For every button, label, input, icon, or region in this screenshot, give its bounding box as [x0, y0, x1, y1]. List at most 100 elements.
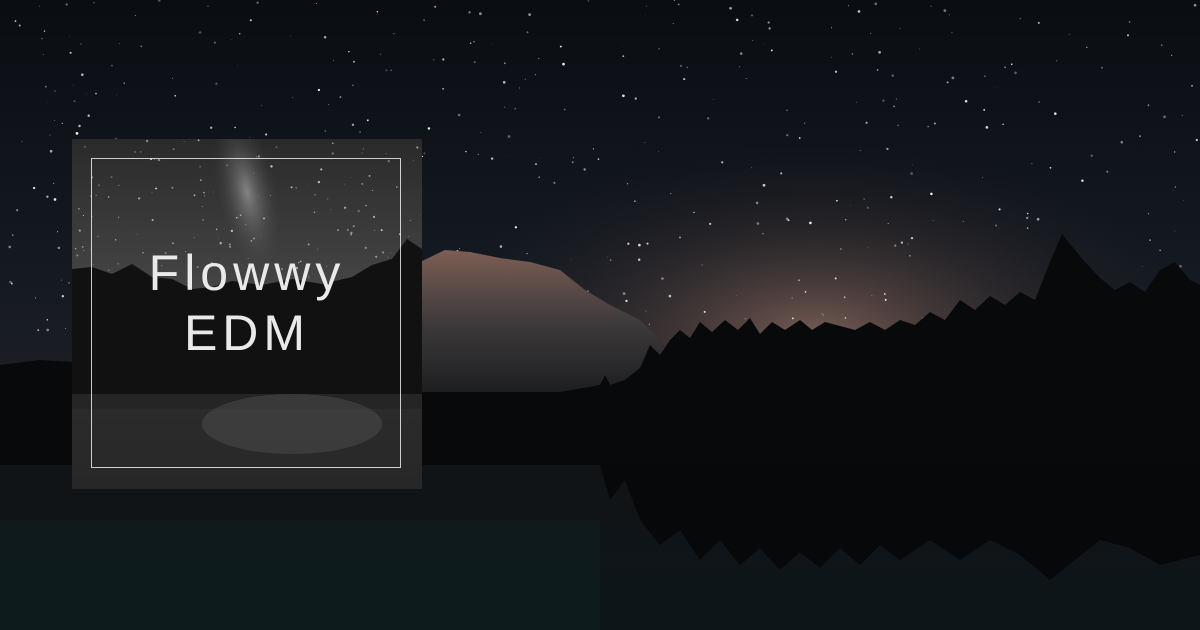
star [622, 94, 625, 98]
star [661, 277, 664, 280]
star [1141, 266, 1143, 268]
star [840, 248, 842, 250]
star [597, 158, 600, 160]
star [534, 74, 536, 76]
star [583, 168, 586, 171]
star [851, 53, 854, 55]
star [634, 97, 637, 100]
star [1195, 138, 1198, 142]
star [65, 3, 68, 6]
star [514, 107, 517, 110]
star [16, 209, 19, 212]
star [1026, 227, 1029, 229]
star [352, 84, 354, 87]
star [756, 222, 760, 225]
star [762, 183, 766, 187]
star [876, 68, 879, 71]
star [379, 53, 381, 55]
star [37, 329, 40, 331]
star [1171, 54, 1173, 56]
star [821, 312, 823, 315]
star [49, 134, 51, 136]
star [677, 3, 680, 6]
star [1026, 212, 1029, 215]
star [1031, 163, 1033, 165]
star [622, 45, 624, 47]
cover-star [197, 139, 200, 142]
star [701, 264, 703, 266]
star [844, 317, 847, 319]
cover-star [172, 148, 175, 151]
star [366, 119, 369, 122]
star [465, 150, 467, 153]
star [315, 3, 317, 4]
star [735, 18, 739, 22]
star [490, 43, 492, 45]
star [946, 81, 949, 84]
star [867, 246, 869, 248]
star [348, 50, 350, 53]
star [427, 127, 431, 130]
cover-star [145, 139, 149, 143]
star [855, 101, 857, 103]
cover-star [78, 229, 81, 232]
star [18, 24, 21, 27]
star [637, 258, 641, 262]
star [874, 2, 878, 6]
cover-star [361, 152, 363, 154]
star [870, 32, 872, 34]
star [893, 105, 895, 108]
title-line-1: Flowwy [148, 245, 346, 301]
star [118, 43, 120, 45]
star [1179, 264, 1182, 268]
star [352, 60, 356, 63]
star [672, 22, 674, 25]
star [80, 43, 82, 45]
star [744, 318, 746, 320]
star [57, 231, 59, 233]
star [562, 62, 565, 66]
star [54, 119, 56, 121]
star [538, 57, 540, 60]
star [883, 293, 886, 295]
cover-star [84, 145, 86, 148]
star [1004, 66, 1006, 68]
star [962, 220, 964, 222]
star [587, 0, 590, 2]
star [1106, 170, 1109, 173]
star [339, 96, 342, 98]
star [648, 323, 650, 325]
star [538, 176, 540, 178]
star [907, 243, 909, 245]
title-line-2: EDM [183, 305, 311, 361]
star [509, 156, 511, 158]
star [683, 78, 686, 81]
star [87, 114, 90, 117]
star [909, 254, 911, 257]
star [804, 291, 807, 293]
star [42, 54, 44, 55]
star [998, 228, 1000, 229]
star [61, 122, 63, 124]
star [72, 84, 74, 86]
star [1056, 60, 1058, 62]
star [1120, 140, 1124, 144]
star [86, 93, 87, 95]
star [479, 12, 482, 16]
star [791, 297, 793, 299]
star [910, 172, 913, 175]
star [764, 42, 766, 44]
star [53, 198, 57, 201]
star [524, 78, 526, 80]
star [473, 61, 476, 63]
star [473, 40, 475, 43]
star [933, 122, 936, 125]
star [57, 246, 61, 250]
star [751, 167, 753, 169]
star [1002, 123, 1004, 126]
star [1068, 33, 1070, 35]
star [174, 94, 177, 97]
star [1128, 21, 1131, 23]
star [265, 133, 268, 136]
star [1126, 34, 1130, 37]
